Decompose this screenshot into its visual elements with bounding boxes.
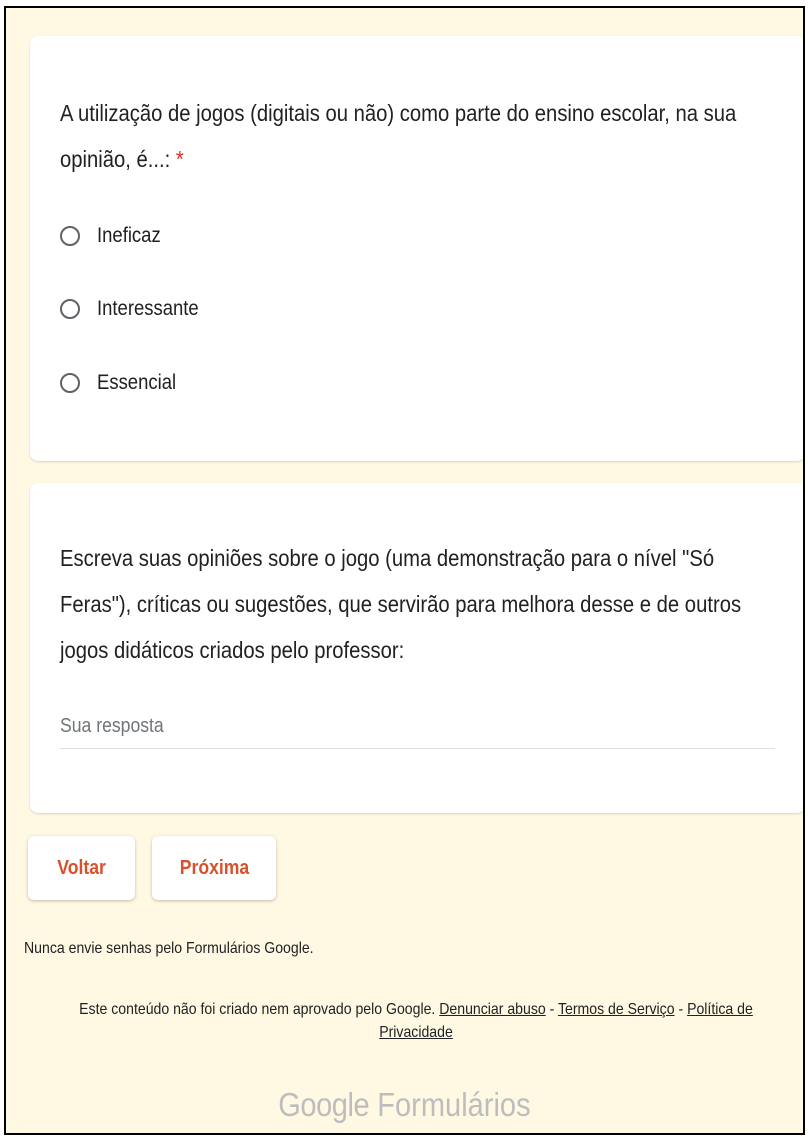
disclaimer-text: Este conteúdo não foi criado nem aprovad… xyxy=(79,1001,436,1018)
report-abuse-link[interactable]: Denunciar abuso xyxy=(439,1001,545,1018)
brand-google: Google xyxy=(278,1086,370,1123)
question-card-opinions: Escreva suas opiniões sobre o jogo (uma … xyxy=(30,483,803,813)
answer-placeholder: Sua resposta xyxy=(60,715,164,737)
question-title: Escreva suas opiniões sobre o jogo (uma … xyxy=(60,545,742,663)
footer-disclaimer: Este conteúdo não foi criado nem aprovad… xyxy=(46,998,786,1044)
option-ineficaz[interactable]: Ineficaz xyxy=(60,216,169,256)
password-warning: Nunca envie senhas pelo Formulários Goog… xyxy=(24,940,314,957)
back-button-label: Voltar xyxy=(57,856,106,879)
question-title-text: A utilização de jogos (digitais ou não) … xyxy=(60,100,737,172)
google-forms-logo[interactable]: Google Formulários xyxy=(6,1086,803,1124)
form-page: A utilização de jogos (digitais ou não) … xyxy=(4,6,805,1135)
separator: - xyxy=(549,1001,555,1018)
radio-unchecked-icon[interactable] xyxy=(60,226,80,246)
radio-unchecked-icon[interactable] xyxy=(60,373,80,393)
question-title: A utilização de jogos (digitais ou não) … xyxy=(60,90,782,182)
question-card-usage-of-games: A utilização de jogos (digitais ou não) … xyxy=(30,36,803,461)
option-label: Essencial xyxy=(97,371,177,394)
next-button[interactable]: Próxima xyxy=(152,836,276,900)
separator: - xyxy=(678,1001,684,1018)
next-button-label: Próxima xyxy=(179,856,249,879)
option-label: Ineficaz xyxy=(97,224,161,247)
option-label: Interessante xyxy=(97,297,199,320)
required-asterisk: * xyxy=(175,146,184,172)
option-essencial[interactable]: Essencial xyxy=(60,363,187,403)
option-interessante[interactable]: Interessante xyxy=(60,289,213,329)
answer-input[interactable]: Sua resposta xyxy=(60,705,775,749)
brand-product: Formulários xyxy=(377,1086,531,1123)
terms-link[interactable]: Termos de Serviço xyxy=(558,1001,675,1018)
radio-unchecked-icon[interactable] xyxy=(60,299,80,319)
back-button[interactable]: Voltar xyxy=(28,836,135,900)
